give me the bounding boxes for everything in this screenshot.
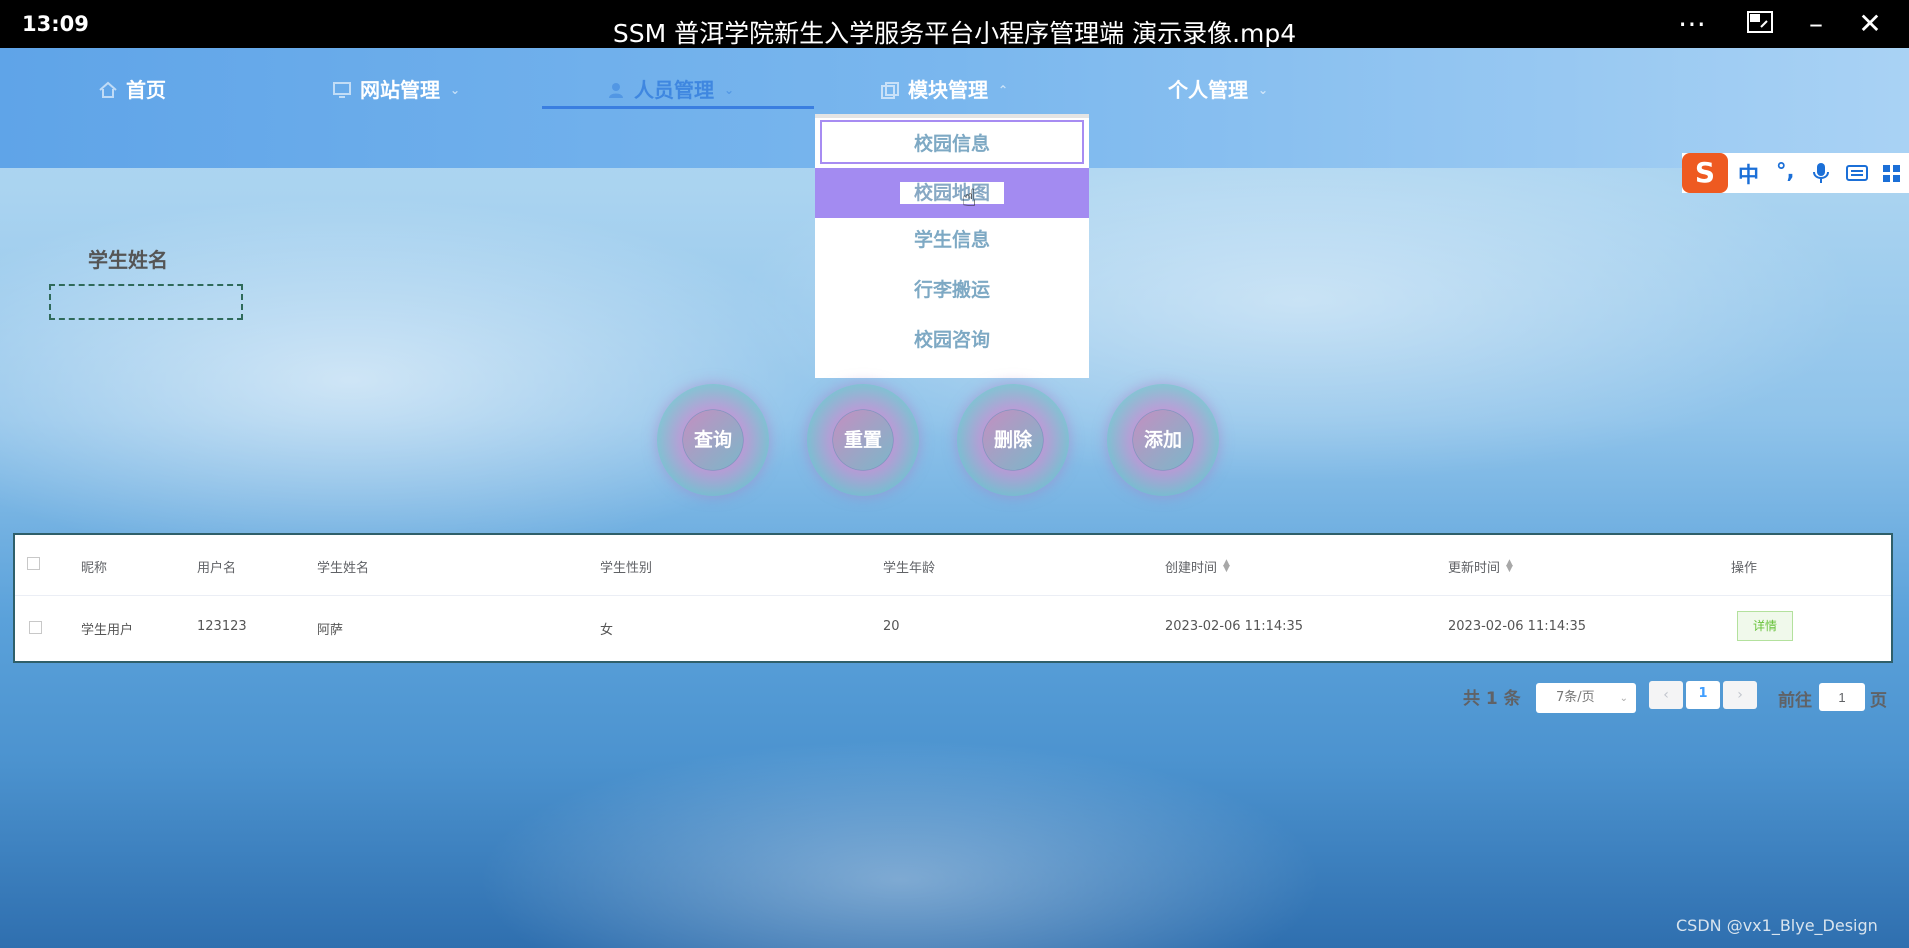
prev-page-button[interactable]: ‹ bbox=[1649, 681, 1683, 709]
cell-student-name: 阿萨 bbox=[317, 623, 344, 638]
column-header-created-label: 创建时间 bbox=[1165, 561, 1218, 576]
row-checkbox[interactable] bbox=[29, 621, 42, 634]
nav-item-home[interactable]: 首页 bbox=[98, 68, 166, 112]
dropdown-item-student-info[interactable]: 学生信息 bbox=[815, 218, 1089, 262]
microphone-icon[interactable] bbox=[1812, 162, 1830, 184]
minimize-icon[interactable]: – bbox=[1796, 6, 1836, 42]
close-icon[interactable]: ✕ bbox=[1850, 6, 1890, 42]
nav-label-modules: 模块管理 bbox=[908, 78, 988, 102]
modules-dropdown-menu: 校园信息 校园地图 学生信息 行李搬运 校园咨询 bbox=[815, 114, 1089, 378]
nav-item-site[interactable]: 网站管理 ⌄ bbox=[332, 68, 460, 112]
sort-icon[interactable]: ▲ ▼ bbox=[1223, 559, 1230, 574]
student-name-input[interactable] bbox=[49, 284, 243, 320]
monitor-icon bbox=[333, 82, 351, 98]
column-header-nickname: 昵称 bbox=[81, 561, 108, 576]
page-suffix-label: 页 bbox=[1870, 691, 1887, 711]
column-header-username: 用户名 bbox=[197, 561, 237, 576]
sogou-logo: S bbox=[1682, 153, 1728, 193]
reset-button-label: 重置 bbox=[833, 410, 893, 470]
add-button[interactable]: 添加 bbox=[1107, 384, 1219, 496]
cell-updated: 2023-02-06 11:14:35 bbox=[1448, 619, 1587, 634]
chevron-up-icon: ⌃ bbox=[998, 83, 1009, 97]
nav-active-underline bbox=[542, 106, 814, 109]
page-size-select[interactable]: 7条/页 ⌄ bbox=[1536, 683, 1636, 713]
watermark: CSDN @vx1_Blye_Design bbox=[1676, 916, 1878, 935]
grid-icon[interactable] bbox=[1882, 164, 1902, 184]
chevron-down-icon: ⌄ bbox=[450, 83, 461, 97]
home-icon bbox=[99, 81, 117, 98]
player-title: SSM 普洱学院新生入学服务平台小程序管理端 演示录像.mp4 bbox=[612, 19, 1297, 48]
dropdown-item-campus-map[interactable]: 校园地图 bbox=[815, 168, 1089, 218]
goto-label: 前往 bbox=[1778, 691, 1812, 711]
nav-item-modules[interactable]: 模块管理 ⌃ bbox=[880, 68, 1008, 112]
keyboard-icon[interactable] bbox=[1846, 165, 1868, 181]
nav-label-people: 人员管理 bbox=[634, 78, 714, 102]
pagination-total: 共 1 条 bbox=[1463, 689, 1521, 709]
column-header-age: 学生年龄 bbox=[883, 561, 936, 576]
select-all-checkbox[interactable] bbox=[27, 557, 40, 570]
goto-page-input[interactable] bbox=[1819, 683, 1865, 711]
column-header-gender: 学生性别 bbox=[600, 561, 653, 576]
header-divider bbox=[15, 595, 1891, 596]
nav-label-personal: 个人管理 bbox=[1168, 78, 1248, 102]
column-header-student-name: 学生姓名 bbox=[317, 561, 370, 576]
cell-created: 2023-02-06 11:14:35 bbox=[1165, 619, 1304, 634]
ime-toolbar: S 中 °, bbox=[1682, 153, 1909, 193]
dropdown-item-campus-map-label: 校园地图 bbox=[899, 182, 1004, 204]
nav-label-site: 网站管理 bbox=[360, 78, 440, 102]
ime-punct-toggle[interactable]: °, bbox=[1776, 159, 1794, 183]
query-button[interactable]: 查询 bbox=[657, 384, 769, 496]
nav-item-personal[interactable]: 个人管理 ⌄ bbox=[1168, 68, 1268, 112]
students-table: 昵称 用户名 学生姓名 学生性别 学生年龄 创建时间 ▲ ▼ 更新时间 ▲ ▼ 操作 学… bbox=[13, 533, 1893, 663]
delete-button-label: 删除 bbox=[983, 410, 1043, 470]
nav-label-home: 首页 bbox=[126, 78, 166, 102]
sort-icon[interactable]: ▲ ▼ bbox=[1506, 559, 1513, 574]
video-player-bar: 13:09 SSM 普洱学院新生入学服务平台小程序管理端 演示录像.mp4 ⋯ … bbox=[0, 0, 1909, 48]
more-icon[interactable]: ⋯ bbox=[1672, 6, 1712, 42]
column-header-actions: 操作 bbox=[1731, 561, 1758, 576]
search-label-student-name: 学生姓名 bbox=[88, 248, 168, 272]
user-icon bbox=[609, 83, 623, 98]
column-header-created[interactable]: 创建时间 ▲ ▼ bbox=[1165, 557, 1230, 577]
ime-lang-toggle[interactable]: 中 bbox=[1738, 159, 1759, 189]
dropdown-item-consult[interactable]: 校园咨询 bbox=[815, 318, 1089, 362]
dropdown-item-campus-info[interactable]: 校园信息 bbox=[820, 120, 1084, 164]
query-button-label: 查询 bbox=[683, 410, 743, 470]
dropdown-item-luggage[interactable]: 行李搬运 bbox=[815, 268, 1089, 312]
column-header-updated[interactable]: 更新时间 ▲ ▼ bbox=[1448, 557, 1513, 577]
cell-nickname: 学生用户 bbox=[81, 623, 134, 638]
reset-button[interactable]: 重置 bbox=[807, 384, 919, 496]
page-number-current[interactable]: 1 bbox=[1686, 681, 1720, 709]
cell-age: 20 bbox=[883, 619, 900, 634]
detail-button[interactable]: 详情 bbox=[1737, 611, 1793, 641]
delete-button[interactable]: 删除 bbox=[957, 384, 1069, 496]
chevron-down-icon: ⌄ bbox=[1619, 693, 1628, 704]
column-header-updated-label: 更新时间 bbox=[1448, 561, 1501, 576]
copy-icon bbox=[881, 82, 899, 99]
next-page-button[interactable]: › bbox=[1723, 681, 1757, 709]
cell-username: 123123 bbox=[197, 619, 247, 634]
chevron-down-icon: ⌄ bbox=[1258, 83, 1269, 97]
page-size-value: 7条/页 bbox=[1556, 690, 1595, 705]
picture-in-picture-icon[interactable] bbox=[1740, 6, 1780, 42]
add-button-label: 添加 bbox=[1133, 410, 1193, 470]
cell-gender: 女 bbox=[600, 623, 614, 638]
hand-cursor-icon: ☝ bbox=[962, 184, 977, 212]
